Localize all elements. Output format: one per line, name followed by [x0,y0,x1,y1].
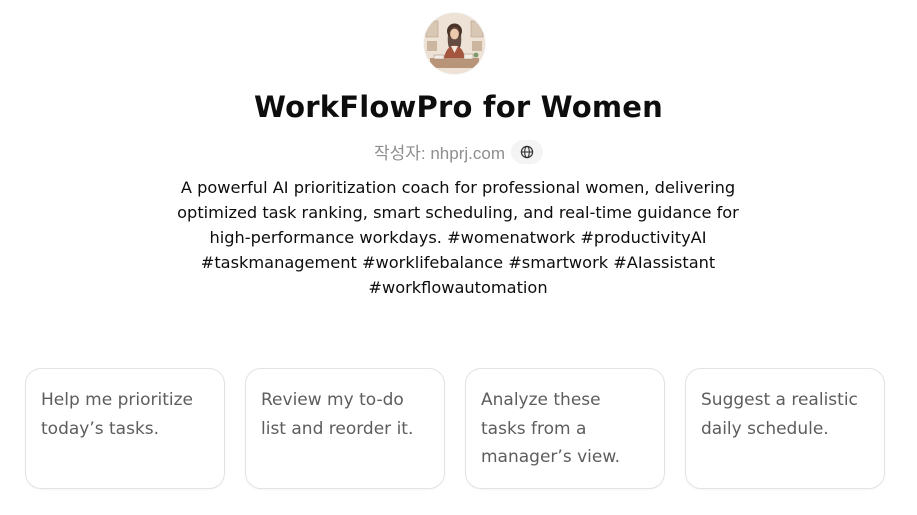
conversation-starters: Help me prioritize today’s tasks. Review… [25,368,885,489]
gpt-title: WorkFlowPro for Women [253,90,664,124]
conversation-starter-label: Analyze these tasks from a manager’s vie… [481,390,621,467]
gpt-byline: 작성자: nhprj.com [0,139,917,164]
conversation-starter-button[interactable]: Help me prioritize today’s tasks. [25,368,225,489]
professional-woman-avatar-icon [424,13,485,74]
author-label: 작성자: nhprj.com [373,144,505,163]
conversation-starter-label: Suggest a realistic daily schedule. [701,390,858,439]
conversation-starter-button[interactable]: Review my to-do list and reorder it. [245,368,445,489]
gpt-avatar [424,13,485,74]
conversation-starter-label: Help me prioritize today’s tasks. [41,390,193,439]
conversation-starter-button[interactable]: Suggest a realistic daily schedule. [685,368,885,489]
globe-icon [520,145,534,158]
gpt-description: A powerful AI prioritization coach for p… [177,178,739,297]
conversation-starter-button[interactable]: Analyze these tasks from a manager’s vie… [465,368,665,489]
conversation-starter-label: Review my to-do list and reorder it. [261,390,414,439]
website-link-button[interactable] [511,139,543,164]
